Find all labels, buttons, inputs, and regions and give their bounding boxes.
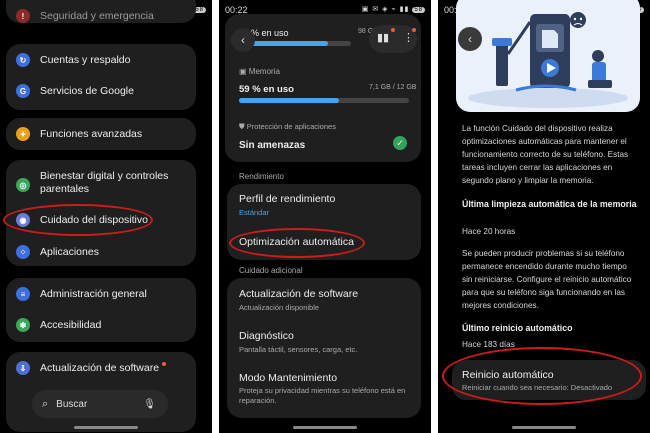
software-update-sub: Actualización disponible — [239, 303, 320, 312]
performance-profile-value: Estándar — [239, 208, 270, 217]
protection-status: Sin amenazas — [239, 140, 306, 151]
highlight-circle — [3, 204, 153, 236]
last-clean-value: Hace 20 horas — [462, 227, 516, 236]
stats-icon[interactable]: ▮▮ — [377, 31, 389, 44]
description-text: La función Cuidado del dispositivo reali… — [462, 124, 629, 185]
diagnostics-title[interactable]: Diagnóstico — [239, 330, 294, 342]
last-restart-title: Último reinicio automático — [462, 323, 573, 333]
section-additional-care: Cuidado adicional — [239, 266, 303, 275]
home-indicator — [74, 426, 138, 429]
maintenance-mode-sub: Proteja su privacidad mientras su teléfo… — [239, 386, 406, 405]
update-icon: ⇩ — [16, 361, 30, 375]
settings-item-google[interactable]: G Servicios de Google — [16, 84, 134, 98]
maintenance-mode-title[interactable]: Modo Mantenimiento — [239, 372, 337, 384]
header-actions: ▮▮ ⋮ — [369, 25, 417, 53]
illustration — [456, 0, 640, 112]
back-arrow-icon: ‹ — [241, 33, 245, 47]
memory-icon: ▣ — [239, 67, 247, 76]
memory-amount: 7,1 GB / 12 GB — [369, 84, 417, 91]
storage-bar — [251, 41, 351, 46]
section-performance: Rendimiento — [239, 172, 284, 181]
settings-item-general-management[interactable]: ≡ Administración general — [16, 287, 147, 301]
settings-group-advanced: ✦ Funciones avanzadas — [6, 118, 196, 150]
storage-bar-fill — [251, 41, 328, 46]
settings-item-advanced[interactable]: ✦ Funciones avanzadas — [16, 127, 142, 141]
diagnostics-sub: Pantalla táctil, sensores, carga, etc. — [239, 345, 358, 354]
star-icon: ✦ — [16, 127, 30, 141]
settings-item-software-update[interactable]: ⇩ Actualización de software — [16, 361, 167, 375]
storage-usage: % en uso — [251, 28, 289, 38]
last-clean-title: Última limpieza automática de la memoria — [462, 199, 637, 209]
settings-item-apps[interactable]: ⁘ Aplicaciones — [16, 245, 99, 259]
settings-item-wellbeing[interactable]: ◎ Bienestar digital y controles parental… — [16, 170, 186, 196]
sync-icon: ↻ — [16, 53, 30, 67]
sliders-icon: ≡ — [16, 287, 30, 301]
microphone-icon[interactable]: 🎙 — [143, 399, 156, 410]
highlight-circle — [229, 228, 365, 258]
software-update-title[interactable]: Actualización de software — [239, 288, 358, 300]
search-icon: ⌕ — [42, 397, 49, 410]
settings-group-security: ! Seguridad y emergencia — [6, 0, 196, 23]
notification-dot — [162, 362, 167, 366]
notification-dot — [391, 28, 395, 32]
highlight-circle — [442, 347, 642, 405]
back-arrow-icon: ‹ — [468, 32, 472, 46]
google-icon: G — [16, 84, 30, 98]
settings-item-accessibility[interactable]: ✱ Accesibilidad — [16, 318, 101, 332]
auto-optimization-screen: 00:22 ▣ ✉ ◈ ⌁ ▮▮ 58 ‹ La función Cuidado… — [438, 0, 650, 433]
additional-care-card: Actualización de software Actualización … — [227, 278, 421, 418]
back-button[interactable]: ‹ — [231, 28, 255, 52]
device-care-screen: 00:22 ▣ ✉ ◈ ⌁ ▮▮ 58 % en uso 98 GB ▣ Mem… — [219, 0, 431, 433]
shield-icon: ⛊ — [239, 122, 245, 131]
device-care-illustration — [468, 12, 628, 108]
settings-screen: 00:22 ▣ ✉ ◈ ⌁ ▮▮ 58 ! Seguridad y emerge… — [0, 0, 212, 433]
settings-item-security[interactable]: ! Seguridad y emergencia — [16, 9, 154, 23]
notification-dot — [412, 28, 416, 32]
more-options-icon[interactable]: ⋮ — [403, 31, 414, 44]
restart-note: Se pueden producir problemas si su teléf… — [462, 249, 632, 310]
settings-item-accounts[interactable]: ↻ Cuentas y respaldo — [16, 53, 130, 67]
settings-group-accounts: ↻ Cuentas y respaldo G Servicios de Goog… — [6, 44, 196, 110]
accessibility-icon: ✱ — [16, 318, 30, 332]
memory-bar-fill — [239, 98, 340, 103]
memory-usage: 59 % en uso — [239, 84, 294, 95]
home-indicator — [293, 426, 357, 429]
home-indicator — [512, 426, 576, 429]
shield-icon: ! — [16, 9, 30, 23]
back-button[interactable]: ‹ — [458, 27, 482, 51]
check-icon: ✓ — [393, 136, 407, 150]
memory-label: Memoria — [248, 67, 280, 76]
performance-profile-title[interactable]: Perfil de rendimiento — [239, 193, 335, 205]
settings-group-general: ≡ Administración general ✱ Accesibilidad — [6, 278, 196, 342]
memory-bar — [239, 98, 409, 103]
wellbeing-icon: ◎ — [16, 178, 30, 192]
search-bar[interactable]: ⌕ Buscar 🎙 — [32, 390, 168, 418]
apps-icon: ⁘ — [16, 245, 30, 259]
protection-label: Protección de aplicaciones — [246, 122, 336, 131]
